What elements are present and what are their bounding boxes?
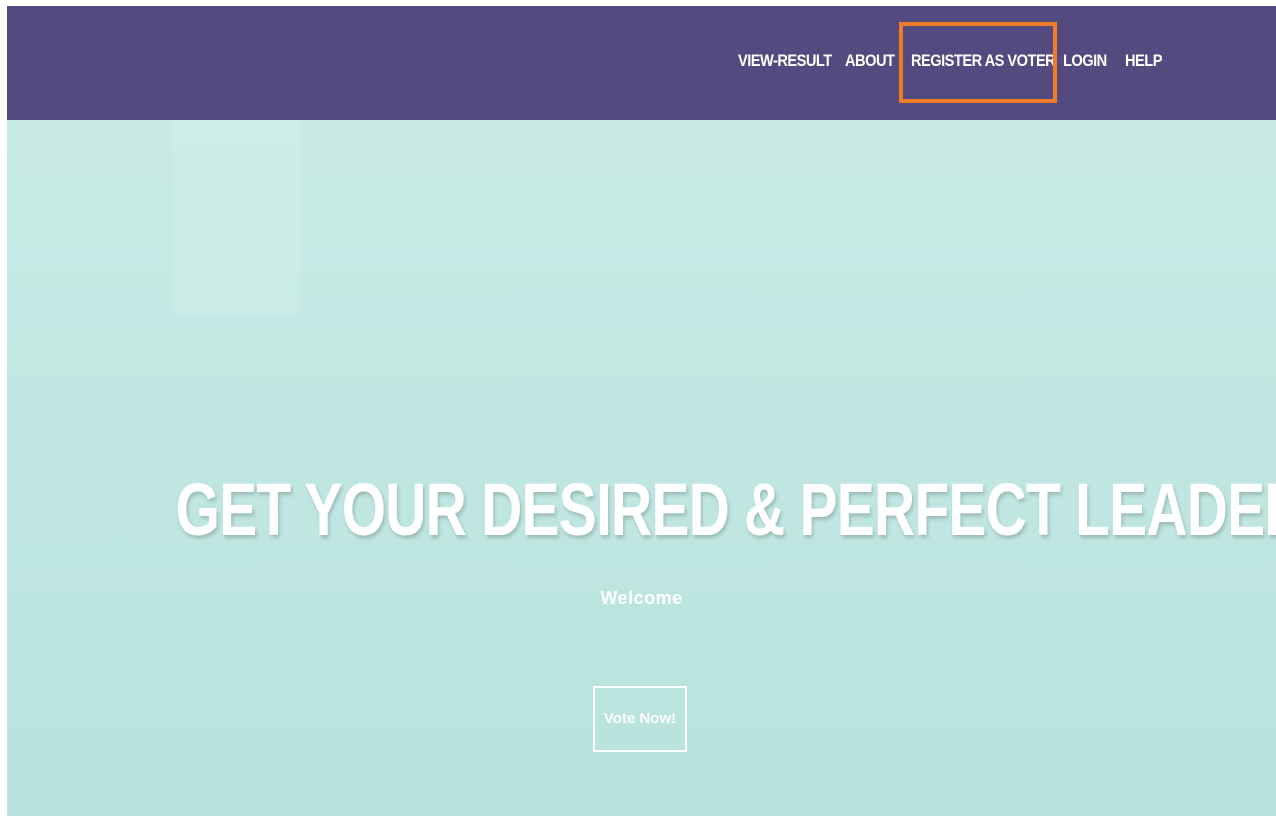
nav-menu: VIEW-RESULT ABOUT REGISTER AS VOTER LOGI…: [7, 6, 1276, 114]
nav-link-view-result[interactable]: VIEW-RESULT: [738, 44, 832, 78]
top-navbar: VIEW-RESULT ABOUT REGISTER AS VOTER LOGI…: [7, 6, 1276, 120]
vote-now-button[interactable]: Vote Now!: [593, 686, 687, 752]
hero-title: GET YOUR DESIRED & PERFECT LEADER: [7, 465, 1276, 555]
hero-background-shade: [173, 120, 301, 314]
nav-link-about[interactable]: ABOUT: [845, 44, 895, 78]
hero-title-text: GET YOUR DESIRED & PERFECT LEADER: [175, 468, 1276, 551]
hero-subtitle: Welcome: [600, 588, 683, 608]
hero-section: GET YOUR DESIRED & PERFECT LEADER Welcom…: [7, 120, 1276, 816]
nav-link-login[interactable]: LOGIN: [1063, 44, 1107, 78]
nav-link-register-as-voter[interactable]: REGISTER AS VOTER: [911, 44, 1056, 78]
page: VIEW-RESULT ABOUT REGISTER AS VOTER LOGI…: [7, 6, 1276, 816]
nav-link-help[interactable]: HELP: [1125, 44, 1162, 78]
